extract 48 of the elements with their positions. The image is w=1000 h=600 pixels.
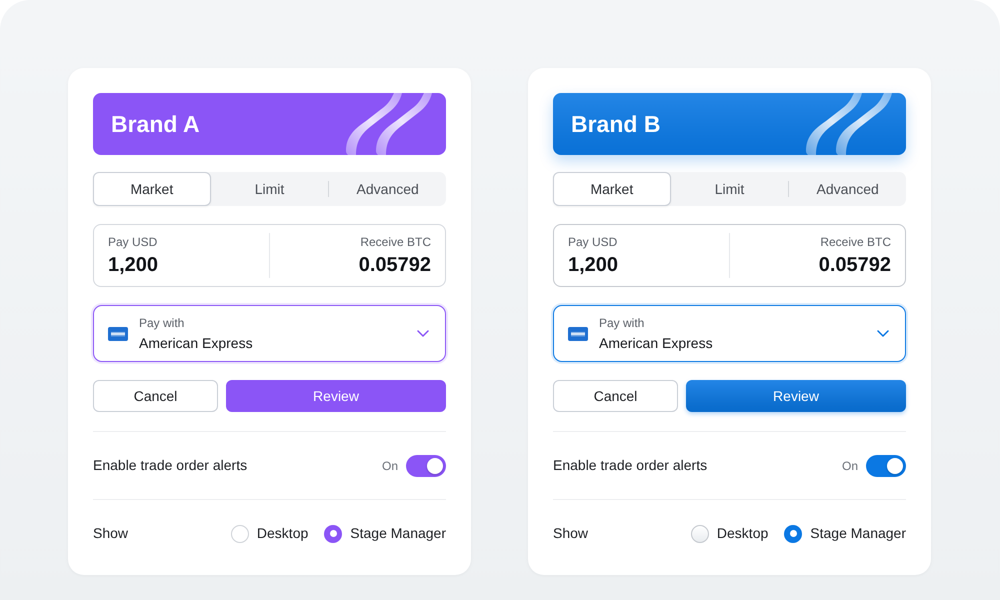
radio-button[interactable] — [784, 524, 802, 542]
select-value: American Express — [139, 334, 254, 352]
setting-label: Enable trade order alerts — [553, 456, 708, 475]
tab[interactable]: Limit — [210, 172, 328, 206]
setting-label: Show — [553, 524, 588, 543]
amount-value: 1,200 — [108, 253, 160, 278]
amount-label: Pay USD — [108, 234, 158, 250]
amount-value: 0.05792 — [358, 253, 431, 278]
setting-label: Show — [93, 524, 128, 543]
card-icon — [108, 326, 128, 340]
ribbon-icon — [344, 93, 432, 155]
radio-label: Desktop — [716, 524, 768, 543]
radio-button[interactable] — [690, 524, 709, 542]
amount-label: Pay USD — [568, 234, 618, 250]
amount-value: 1,200 — [568, 253, 620, 278]
radio-label: Stage Manager — [810, 524, 906, 543]
tab[interactable]: Market — [553, 172, 671, 206]
toggle-switch[interactable] — [866, 454, 906, 476]
payment-select[interactable]: Pay with American Express — [553, 305, 906, 362]
amount-label: Receive BTC — [820, 234, 891, 250]
amount-label: Receive BTC — [360, 234, 431, 250]
chevron-down-icon — [877, 330, 889, 337]
cancel-button[interactable]: Cancel — [93, 380, 218, 412]
card-icon — [568, 326, 588, 340]
radio-button[interactable] — [324, 524, 342, 542]
toggle-state-label: On — [382, 458, 398, 474]
radio-label: Stage Manager — [350, 524, 446, 543]
ribbon-icon — [804, 93, 892, 155]
tab[interactable]: Market — [93, 172, 211, 206]
review-button[interactable]: Review — [686, 380, 906, 412]
cancel-button[interactable]: Cancel — [553, 380, 678, 412]
toggle-state-label: On — [842, 458, 858, 474]
radio-button[interactable] — [230, 524, 249, 542]
chevron-down-icon — [417, 330, 429, 337]
amount-value: 0.05792 — [818, 253, 891, 278]
brand-title: Brand B — [571, 110, 660, 139]
radio-label: Desktop — [256, 524, 308, 543]
select-value: American Express — [599, 334, 714, 352]
tab[interactable]: Advanced — [329, 172, 446, 206]
tab[interactable]: Limit — [670, 172, 788, 206]
setting-label: Enable trade order alerts — [93, 456, 248, 475]
select-label: Pay with — [139, 314, 186, 330]
select-label: Pay with — [599, 314, 646, 330]
brand-title: Brand A — [111, 110, 200, 139]
toggle-switch[interactable] — [406, 454, 446, 476]
tab[interactable]: Advanced — [789, 172, 906, 206]
payment-select[interactable]: Pay with American Express — [93, 305, 446, 362]
review-button[interactable]: Review — [226, 380, 446, 412]
